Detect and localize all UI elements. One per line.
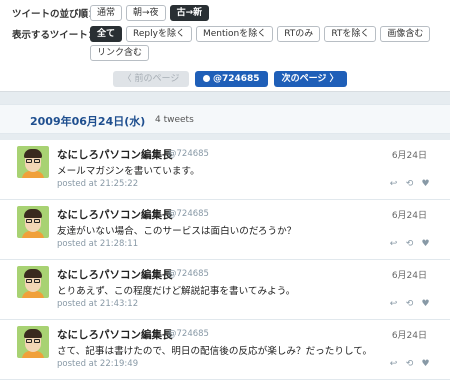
avatar[interactable] [17, 206, 49, 238]
filter-chip-with-links[interactable]: リンク含む [90, 45, 150, 61]
order-chip-normal[interactable]: 通常 [90, 5, 123, 21]
filter-row: 表示するツイート： 全て Replyを除く Mentionを除く RTのみ RT… [12, 26, 434, 42]
avatar-hair [24, 149, 42, 158]
reply-icon[interactable]: ↩ [389, 180, 398, 189]
filter-row-2: リンク含む [90, 45, 153, 61]
tweet-posted-time: posted at 21:28:11 [57, 239, 139, 249]
avatar-glasses-left [26, 279, 32, 283]
tweet-date[interactable]: 6月24日 [392, 208, 427, 221]
order-row: ツイートの並び順： 通常 朝→夜 古→新 [12, 5, 213, 21]
avatar-body [22, 351, 44, 358]
avatar-hair [24, 269, 42, 278]
avatar-body [22, 291, 44, 298]
retweet-icon[interactable]: ⟲ [405, 180, 414, 189]
retweet-icon[interactable]: ⟲ [405, 300, 414, 309]
order-chip-morning-night[interactable]: 朝→夜 [126, 5, 166, 21]
tweet-actions: ↩ ⟲ ♥ [382, 180, 430, 189]
tweet-author-name[interactable]: なにしろパソコン編集長 [57, 267, 173, 282]
tweet-author-handle[interactable]: @724685 [168, 149, 209, 159]
avatar[interactable] [17, 326, 49, 358]
tweet-text: とりあえず、この程度だけど解説記事を書いてみよう。 [57, 286, 296, 297]
tweet-author-name[interactable]: なにしろパソコン編集長 [57, 147, 173, 162]
tweet-text: さて、記事は書けたので、明日の配信後の反応が楽しみ？だったりして。 [57, 346, 373, 357]
reply-icon[interactable]: ↩ [389, 240, 398, 249]
avatar-body [22, 231, 44, 238]
filter-chip-all[interactable]: 全て [90, 26, 123, 42]
tweet-item: なにしろパソコン編集長 @724685 6月24日友達がいない場合、このサービスは面… [0, 200, 450, 260]
heart-icon[interactable]: ♥ [421, 300, 430, 309]
retweet-icon[interactable]: ⟲ [405, 360, 414, 369]
order-chip-old-new[interactable]: 古→新 [169, 5, 210, 21]
avatar-glasses-right [34, 339, 40, 343]
avatar-glasses-right [34, 219, 40, 223]
reply-icon[interactable]: ↩ [389, 300, 398, 309]
heart-icon[interactable]: ♥ [421, 240, 430, 249]
avatar-hair [24, 329, 42, 338]
filter-chip-exclude-mention[interactable]: Mentionを除く [195, 26, 274, 42]
tweet-text: メールマガジンを書いています。 [57, 166, 200, 177]
filter-chip-rt-only[interactable]: RTのみ [277, 26, 321, 42]
tweet-text: 友達がいない場合、このサービスは面白いのだろうか？ [57, 226, 297, 237]
avatar-glasses-left [26, 219, 32, 223]
tweet-author-name[interactable]: なにしろパソコン編集長 [57, 327, 173, 342]
avatar-glasses-left [26, 159, 32, 163]
tweet-author-handle[interactable]: @724685 [168, 269, 209, 279]
heart-icon[interactable]: ♥ [421, 360, 430, 369]
filter-label: 表示するツイート： [12, 30, 98, 41]
pager: 〈 前のページ @724685 次のページ 〉 [113, 71, 347, 87]
avatar[interactable] [17, 146, 49, 178]
tweet-count: 4 tweets [155, 115, 194, 125]
filter-chip-with-images[interactable]: 画像含む [380, 26, 431, 42]
retweet-icon[interactable]: ⟲ [405, 240, 414, 249]
order-label: ツイートの並び順： [12, 9, 98, 20]
tweet-author-handle[interactable]: @724685 [168, 329, 209, 339]
user-button-label: @724685 [213, 74, 260, 84]
prev-page-button: 〈 前のページ [113, 71, 189, 87]
avatar[interactable] [17, 266, 49, 298]
avatar-hair [24, 209, 42, 218]
date-text: 2009年06月24日(水) [30, 115, 146, 128]
tweet-actions: ↩ ⟲ ♥ [382, 240, 430, 249]
date-header: 2009年06月24日(水) 4 tweets [0, 104, 450, 134]
tweet-item: なにしろパソコン編集長 @724685 6月24日メールマガジンを書いています。 po… [0, 140, 450, 200]
tweet-posted-time: posted at 22:19:49 [57, 359, 139, 369]
filter-chip-exclude-reply[interactable]: Replyを除く [126, 26, 192, 42]
tweet-author-handle[interactable]: @724685 [168, 209, 209, 219]
tweet-actions: ↩ ⟲ ♥ [382, 300, 430, 309]
avatar-glasses-right [34, 159, 40, 163]
tweet-date[interactable]: 6月24日 [392, 148, 427, 161]
avatar-glasses-right [34, 279, 40, 283]
tweet-author-name[interactable]: なにしろパソコン編集長 [57, 207, 173, 222]
filter-chip-exclude-rt[interactable]: RTを除く [324, 26, 377, 42]
reply-icon[interactable]: ↩ [389, 360, 398, 369]
avatar-body [22, 171, 44, 178]
tweet-item: なにしろパソコン編集長 @724685 6月24日とりあえず、この程度だけど解説記事… [0, 260, 450, 320]
user-button[interactable]: @724685 [195, 71, 268, 87]
options-panel: ツイートの並び順： 通常 朝→夜 古→新 表示するツイート： 全て Replyを… [0, 0, 450, 92]
tweet-date[interactable]: 6月24日 [392, 268, 427, 281]
user-icon [203, 75, 210, 82]
next-page-button[interactable]: 次のページ 〉 [273, 71, 347, 87]
avatar-glasses-left [26, 339, 32, 343]
tweet-date[interactable]: 6月24日 [392, 328, 427, 341]
tweet-posted-time: posted at 21:43:12 [57, 299, 139, 309]
tweet-posted-time: posted at 21:25:22 [57, 179, 139, 189]
tweet-item: なにしろパソコン編集長 @724685 6月24日さて、記事は書けたので、明日の配信… [0, 320, 450, 380]
heart-icon[interactable]: ♥ [421, 180, 430, 189]
tweet-actions: ↩ ⟲ ♥ [382, 360, 430, 369]
